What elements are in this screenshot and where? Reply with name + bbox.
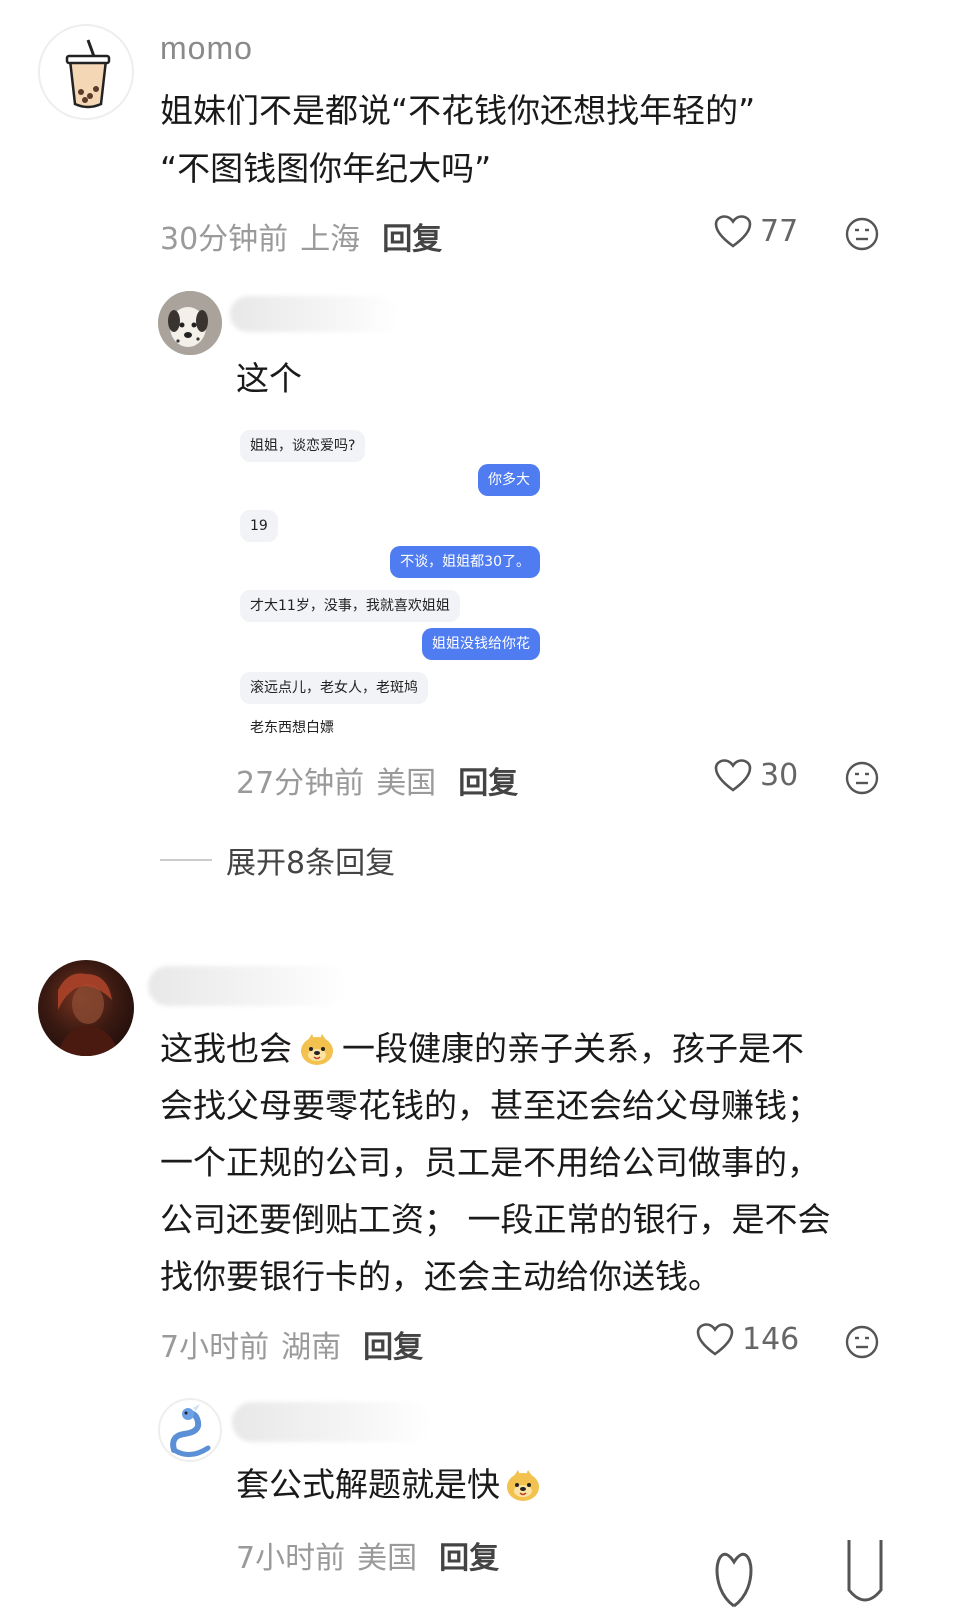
heart-outline-icon: [714, 758, 752, 792]
neutral-face-icon[interactable]: [845, 761, 879, 795]
comment-text-fragment: 一段健康的亲子关系，孩子是不: [342, 1029, 804, 1068]
like-button[interactable]: 77: [714, 214, 798, 249]
comment-text-line: 这我也会 一段健康的亲子关系，孩子是不: [160, 1020, 804, 1077]
dragonair-icon: [170, 1404, 211, 1457]
reply-text: 套公式解题就是快: [236, 1456, 542, 1513]
username-blurred[interactable]: [232, 1402, 432, 1442]
dog-photo-icon: [158, 291, 222, 355]
chat-bubble-left: 才大11岁，没事，我就喜欢姐姐: [240, 590, 460, 622]
like-count: 30: [760, 758, 799, 793]
avatar-dragon[interactable]: [158, 1398, 222, 1462]
comment-time: 7小时前: [236, 1541, 346, 1576]
reply-button[interactable]: 回复: [363, 1330, 423, 1365]
expand-replies-label: 展开8条回复: [226, 846, 396, 881]
neutral-face-icon[interactable]: [845, 1540, 885, 1609]
like-button[interactable]: 30: [714, 758, 798, 793]
reply-text: 这个: [236, 359, 302, 398]
chat-bubble-left: 姐姐，谈恋爱吗?: [240, 430, 366, 462]
chat-bubble-right: 姐姐没钱给你花: [422, 628, 540, 660]
chat-screenshot-image[interactable]: 姐姐，谈恋爱吗? 你多大 19 不谈，姐姐都30了。 才大11岁，没事，我就喜欢…: [236, 418, 548, 744]
avatar-momo[interactable]: [38, 24, 134, 120]
comment-location: 湖南: [281, 1330, 342, 1365]
avatar-dog[interactable]: [158, 291, 222, 355]
comment-time: 27分钟前: [236, 766, 365, 801]
username-blurred[interactable]: [148, 966, 348, 1006]
comment-text-fragment: 这我也会: [160, 1029, 292, 1068]
heart-outline-icon: [714, 214, 752, 248]
comment-time: 7小时前: [160, 1330, 270, 1365]
heart-outline-icon[interactable]: [714, 1540, 754, 1609]
comment-location: 上海: [300, 222, 361, 257]
comment-meta: 30分钟前 上海 回复: [160, 214, 442, 258]
avatar-dark[interactable]: [38, 960, 134, 1056]
comment-time: 30分钟前: [160, 222, 289, 257]
bubble-tea-icon: [65, 39, 111, 109]
username-blurred[interactable]: [230, 296, 400, 332]
chat-bubble-left: 老东西想白嫖: [240, 712, 344, 744]
neutral-face-icon[interactable]: [845, 1325, 879, 1359]
comment-location: 美国: [376, 766, 437, 801]
like-button[interactable]: 146: [696, 1322, 799, 1357]
doge-emoji-icon: [301, 1034, 333, 1065]
comment-text-line: 姐妹们不是都说“不花钱你还想找年轻的”: [160, 91, 756, 130]
comment-text-line: 公司还要倒贴工资； 一段正常的银行，是不会: [160, 1200, 831, 1239]
portrait-photo-icon: [56, 973, 120, 1056]
comment-location: 美国: [357, 1541, 418, 1576]
reply-text-fragment: 套公式解题就是快: [236, 1465, 500, 1504]
expand-replies-button[interactable]: 展开8条回复: [160, 838, 395, 882]
comment-text-line: 一个正规的公司，员工是不用给公司做事的，: [160, 1143, 820, 1182]
comment-text-line: 找你要银行卡的，还会主动给你送钱。: [160, 1257, 721, 1296]
like-count: 146: [742, 1322, 800, 1357]
chat-bubble-right: 你多大: [478, 464, 540, 496]
doge-emoji-icon: [507, 1470, 539, 1501]
divider-line: [160, 859, 212, 861]
comment-meta: 27分钟前 美国 回复: [236, 758, 518, 802]
comment-meta: 7小时前 美国 回复: [236, 1533, 499, 1577]
comment-text-line: “不图钱图你年纪大吗”: [160, 149, 492, 188]
like-count: 77: [760, 214, 799, 249]
comment-text-line: 会找父母要零花钱的，甚至还会给父母赚钱；: [160, 1086, 820, 1125]
heart-outline-icon: [696, 1322, 734, 1356]
reply-button[interactable]: 回复: [458, 766, 518, 801]
chat-bubble-right: 不谈，姐姐都30了。: [390, 546, 540, 578]
neutral-face-icon[interactable]: [845, 217, 879, 251]
comment-meta: 7小时前 湖南 回复: [160, 1322, 423, 1366]
reply-button[interactable]: 回复: [439, 1541, 499, 1576]
chat-bubble-left: 滚远点儿，老女人，老斑鸠: [240, 672, 428, 704]
reply-button[interactable]: 回复: [382, 222, 442, 257]
username[interactable]: momo: [160, 30, 253, 67]
chat-bubble-left: 19: [240, 510, 278, 542]
